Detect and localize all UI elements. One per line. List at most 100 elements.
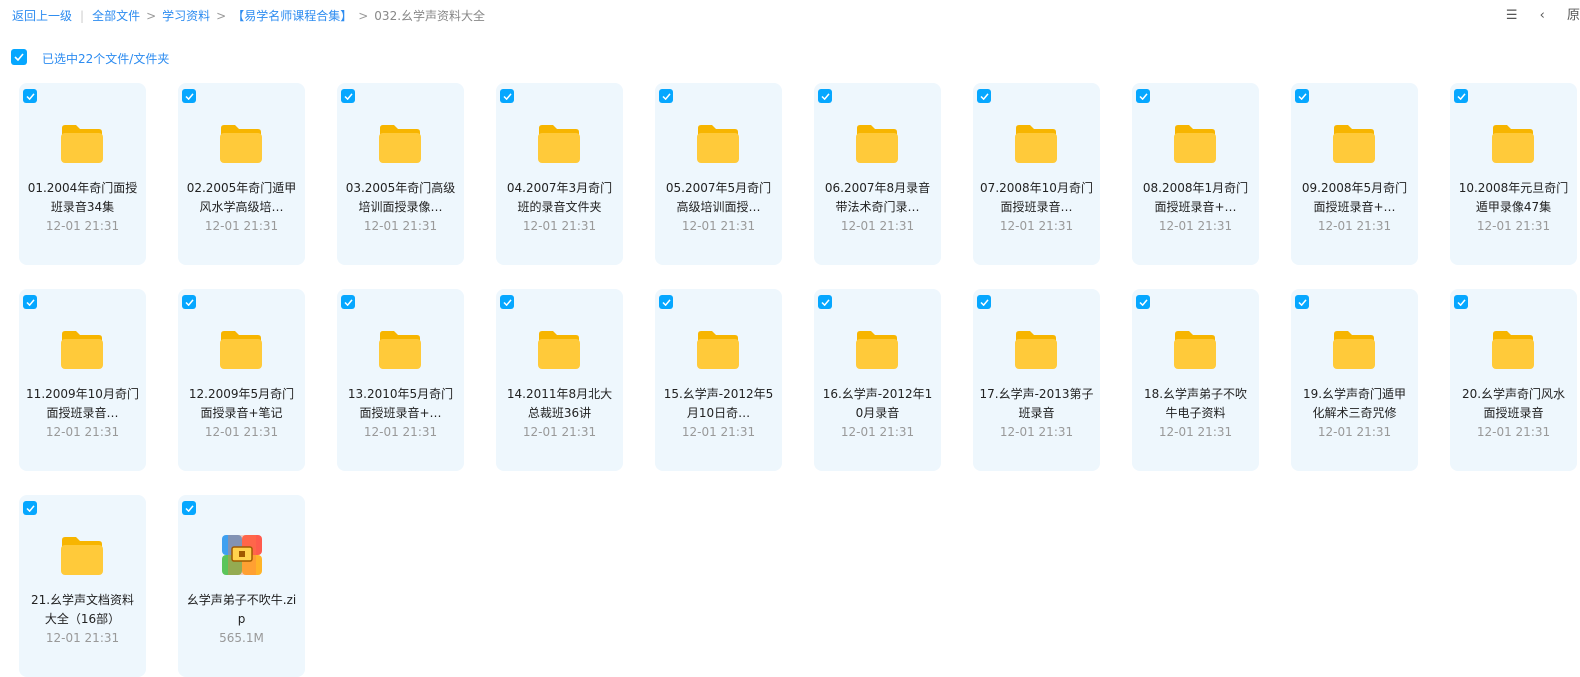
- item-checkbox[interactable]: [341, 89, 355, 103]
- item-meta: 12-01 21:31: [1317, 425, 1392, 439]
- item-name: 02.2005年奇门遁甲风水学高级培…: [186, 181, 297, 214]
- folder-item[interactable]: 05.2007年5月奇门高级培训面授… 12-01 21:31: [655, 83, 782, 265]
- folder-icon: [379, 331, 421, 369]
- folder-item[interactable]: 04.2007年3月奇门班的录音文件夹 12-01 21:31: [496, 83, 623, 265]
- folder-item[interactable]: 19.幺学声奇门遁甲化解术三奇咒修 12-01 21:31: [1291, 289, 1418, 471]
- item-name: 11.2009年10月奇门面授班录音…: [26, 387, 139, 420]
- folder-item[interactable]: 16.幺学声-2012年10月录音 12-01 21:31: [814, 289, 941, 471]
- folder-item[interactable]: 21.幺学声文档资料大全（16部） 12-01 21:31: [19, 495, 146, 677]
- breadcrumb: 返回上一级 | 全部文件 > 学习资料 > 【易学名师课程合集】 >032.幺学声资料大全: [12, 7, 485, 24]
- check-icon: [1138, 298, 1148, 306]
- more-icon[interactable]: 原: [1567, 4, 1580, 23]
- folder-icon: [220, 331, 262, 369]
- folder-icon: [856, 331, 898, 369]
- item-meta: 12-01 21:31: [45, 425, 120, 439]
- check-icon: [1456, 92, 1466, 100]
- item-checkbox[interactable]: [182, 295, 196, 309]
- item-checkbox[interactable]: [23, 501, 37, 515]
- folder-item[interactable]: 11.2009年10月奇门面授班录音… 12-01 21:31: [19, 289, 146, 471]
- folder-item[interactable]: 20.幺学声奇门风水面授班录音 12-01 21:31: [1450, 289, 1577, 471]
- item-checkbox[interactable]: [1136, 295, 1150, 309]
- check-icon: [502, 92, 512, 100]
- folder-icon: [1015, 331, 1057, 369]
- list-view-icon[interactable]: ☰: [1506, 8, 1518, 23]
- item-checkbox[interactable]: [1454, 89, 1468, 103]
- select-all-checkbox[interactable]: [11, 49, 27, 65]
- item-name: 05.2007年5月奇门高级培训面授…: [665, 181, 772, 214]
- check-icon: [661, 298, 671, 306]
- folder-icon: [1174, 125, 1216, 163]
- folder-icon: [538, 331, 580, 369]
- top-bar: 返回上一级 | 全部文件 > 学习资料 > 【易学名师课程合集】 >032.幺学声资料大全 ☰…: [0, 0, 1580, 30]
- item-checkbox[interactable]: [977, 89, 991, 103]
- chevron-right-icon: >: [358, 9, 369, 23]
- folder-item[interactable]: 14.2011年8月北大总裁班36讲 12-01 21:31: [496, 289, 623, 471]
- folder-item[interactable]: 12.2009年5月奇门面授录音+笔记 12-01 21:31: [178, 289, 305, 471]
- item-meta: 12-01 21:31: [999, 219, 1074, 233]
- folder-item[interactable]: 06.2007年8月录音带法术奇门录… 12-01 21:31: [814, 83, 941, 265]
- folder-item[interactable]: 17.幺学声-2013第子班录音 12-01 21:31: [973, 289, 1100, 471]
- item-checkbox[interactable]: [1136, 89, 1150, 103]
- breadcrumb-study[interactable]: 学习资料: [162, 9, 210, 23]
- item-checkbox[interactable]: [341, 295, 355, 309]
- chevron-right-icon: >: [146, 9, 157, 23]
- item-checkbox[interactable]: [659, 89, 673, 103]
- folder-icon: [1333, 331, 1375, 369]
- collapse-icon[interactable]: ‹: [1540, 8, 1545, 23]
- folder-icon: [1492, 125, 1534, 163]
- breadcrumb-courses[interactable]: 【易学名师课程合集】: [232, 9, 352, 23]
- folder-item[interactable]: 03.2005年奇门高级培训面授录像… 12-01 21:31: [337, 83, 464, 265]
- folder-item[interactable]: 09.2008年5月奇门面授班录音+… 12-01 21:31: [1291, 83, 1418, 265]
- item-checkbox[interactable]: [1295, 295, 1309, 309]
- check-icon: [343, 298, 353, 306]
- item-name: 13.2010年5月奇门面授班录音+…: [347, 387, 454, 420]
- check-icon: [25, 92, 35, 100]
- item-meta: 12-01 21:31: [1158, 425, 1233, 439]
- item-checkbox[interactable]: [23, 89, 37, 103]
- folder-icon: [1174, 331, 1216, 369]
- file-item[interactable]: 幺学声弟子不吹牛.zip 565.1M: [178, 495, 305, 677]
- item-checkbox[interactable]: [182, 89, 196, 103]
- item-meta: 12-01 21:31: [840, 425, 915, 439]
- item-name: 20.幺学声奇门风水面授班录音: [1461, 387, 1566, 420]
- check-icon: [25, 504, 35, 512]
- item-checkbox[interactable]: [23, 295, 37, 309]
- folder-item[interactable]: 07.2008年10月奇门面授班录音… 12-01 21:31: [973, 83, 1100, 265]
- breadcrumb-all-files[interactable]: 全部文件: [92, 9, 140, 23]
- folder-item[interactable]: 15.幺学声-2012年5月10日奇… 12-01 21:31: [655, 289, 782, 471]
- folder-item[interactable]: 01.2004年奇门面授班录音34集 12-01 21:31: [19, 83, 146, 265]
- item-checkbox[interactable]: [500, 89, 514, 103]
- check-icon: [502, 298, 512, 306]
- folder-item[interactable]: 08.2008年1月奇门面授班录音+… 12-01 21:31: [1132, 83, 1259, 265]
- item-name: 08.2008年1月奇门面授班录音+…: [1142, 181, 1249, 214]
- breadcrumb-current: 032.幺学声资料大全: [374, 9, 486, 23]
- check-icon: [661, 92, 671, 100]
- back-link[interactable]: 返回上一级: [12, 9, 72, 23]
- item-meta: 12-01 21:31: [681, 425, 756, 439]
- folder-item[interactable]: 18.幺学声弟子不吹牛电子资料 12-01 21:31: [1132, 289, 1259, 471]
- item-checkbox[interactable]: [500, 295, 514, 309]
- item-name: 10.2008年元旦奇门遁甲录像47集: [1458, 181, 1569, 214]
- item-meta: 12-01 21:31: [1158, 219, 1233, 233]
- folder-item[interactable]: 13.2010年5月奇门面授班录音+… 12-01 21:31: [337, 289, 464, 471]
- item-checkbox[interactable]: [1454, 295, 1468, 309]
- folder-item[interactable]: 02.2005年奇门遁甲风水学高级培… 12-01 21:31: [178, 83, 305, 265]
- item-name: 21.幺学声文档资料大全（16部）: [30, 593, 135, 626]
- check-icon: [979, 92, 989, 100]
- item-meta: 12-01 21:31: [45, 631, 120, 645]
- folder-icon: [61, 125, 103, 163]
- item-checkbox[interactable]: [818, 295, 832, 309]
- item-name: 15.幺学声-2012年5月10日奇…: [663, 387, 774, 420]
- item-checkbox[interactable]: [977, 295, 991, 309]
- item-name: 16.幺学声-2012年10月录音: [822, 387, 933, 420]
- item-checkbox[interactable]: [1295, 89, 1309, 103]
- item-checkbox[interactable]: [818, 89, 832, 103]
- item-name: 03.2005年奇门高级培训面授录像…: [345, 181, 456, 214]
- item-checkbox[interactable]: [182, 501, 196, 515]
- folder-icon: [1015, 125, 1057, 163]
- check-icon: [184, 298, 194, 306]
- item-checkbox[interactable]: [659, 295, 673, 309]
- item-name: 09.2008年5月奇门面授班录音+…: [1301, 181, 1408, 214]
- folder-item[interactable]: 10.2008年元旦奇门遁甲录像47集 12-01 21:31: [1450, 83, 1577, 265]
- item-meta: 12-01 21:31: [522, 219, 597, 233]
